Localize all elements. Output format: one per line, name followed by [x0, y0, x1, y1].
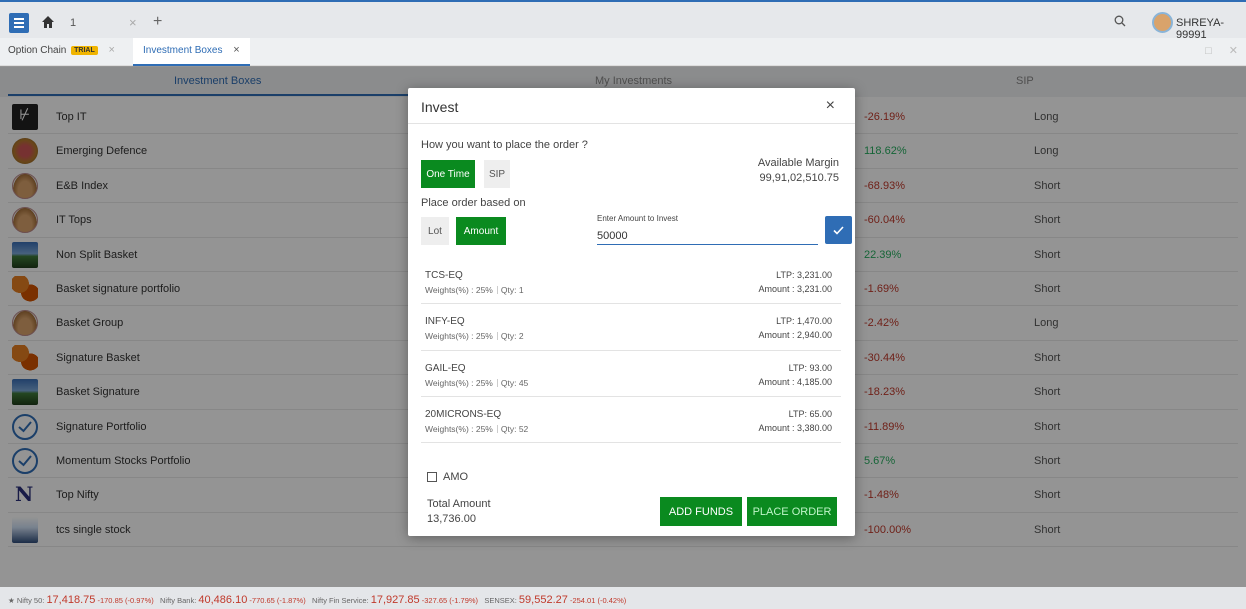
constituent-weights: Weights(%) : 25%: [425, 423, 493, 434]
ticker-index-value: 17,927.85: [370, 594, 420, 606]
constituent-row: GAIL-EQ Weights(%) : 25% Qty: 45 LTP: 93.00…: [421, 351, 841, 397]
ticker-index-name: Nifty Bank:: [160, 596, 197, 605]
separator: [496, 378, 498, 387]
divider: [408, 123, 855, 124]
constituent-amount: Amount : 4,185.00: [758, 376, 832, 387]
ticker-index-value: 59,552.27: [518, 594, 568, 606]
close-icon[interactable]: ×: [826, 97, 835, 115]
sip-button[interactable]: SIP: [484, 160, 510, 188]
constituent-ltp: LTP: 93.00: [788, 362, 832, 373]
pin-icon[interactable]: ★: [8, 596, 15, 605]
constituent-amount: Amount : 3,231.00: [758, 284, 832, 294]
dialog-title: Invest: [421, 99, 459, 115]
tab-option-chain[interactable]: Option Chain TRIAL ×: [8, 44, 115, 56]
total-amount-label: Total Amount: [427, 498, 491, 510]
tab-option-chain-label: Option Chain: [8, 45, 67, 56]
constituent-amount: Amount : 2,940.00: [758, 330, 832, 341]
ticker-index-name: Nifty 50:: [16, 596, 45, 605]
invest-dialog: Invest × How you want to place the order…: [408, 88, 855, 536]
top-bar: 1 × + SHREYA-99991: [0, 0, 1246, 41]
separator: [496, 332, 498, 341]
place-order-button[interactable]: PLACE ORDER: [747, 497, 837, 526]
constituent-row: 20MICRONS-EQ Weights(%) : 25% Qty: 52 LTP: …: [421, 397, 841, 444]
constituent-ltp: LTP: 3,231.00: [776, 270, 832, 280]
amount-button[interactable]: Amount: [456, 217, 506, 245]
workspace-tab-label[interactable]: 1: [70, 17, 76, 29]
constituent-row: TCS-EQ Weights(%) : 25% Qty: 1 LTP: 3,231.0…: [421, 258, 841, 305]
constituent-meta: Weights(%) : 25% Qty: 1: [425, 285, 524, 295]
tab-investment-boxes-close-icon[interactable]: ×: [233, 44, 239, 56]
constituent-weights: Weights(%) : 25%: [425, 285, 493, 295]
available-margin-label: Available Margin: [757, 157, 839, 169]
order-basis-question: Place order based on: [421, 197, 526, 209]
menu-icon[interactable]: [9, 13, 29, 33]
total-amount-value: 13,736.00: [427, 513, 476, 525]
constituent-meta: Weights(%) : 25% Qty: 52: [425, 424, 528, 434]
constituent-weights: Weights(%) : 25%: [425, 331, 493, 342]
search-icon[interactable]: [1114, 15, 1126, 27]
trial-badge: TRIAL: [71, 46, 98, 55]
close-window-icon[interactable]: ✕: [1229, 45, 1238, 57]
constituent-amount: Amount : 3,380.00: [758, 422, 832, 433]
constituent-symbol: TCS-EQ: [425, 270, 463, 281]
constituent-symbol: GAIL-EQ: [425, 362, 466, 374]
constituent-meta: Weights(%) : 25% Qty: 45: [425, 378, 528, 388]
lot-button[interactable]: Lot: [421, 217, 449, 245]
tab-option-chain-close-icon[interactable]: ×: [109, 44, 115, 56]
constituent-weights: Weights(%) : 25%: [425, 377, 493, 388]
amount-input[interactable]: [597, 227, 818, 245]
check-icon: [833, 225, 844, 235]
ticker-index-name: Nifty Fin Service:: [311, 596, 369, 605]
ticker-index-value: 17,418.75: [46, 594, 96, 606]
constituent-symbol: 20MICRONS-EQ: [425, 408, 502, 420]
constituent-qty: Qty: 45: [500, 377, 529, 388]
constituent-qty: Qty: 52: [500, 423, 529, 434]
constituent-row: INFY-EQ Weights(%) : 25% Qty: 2 LTP: 1,470.…: [421, 304, 841, 351]
available-margin-value: 99,91,02,510.75: [759, 172, 839, 184]
ticker-index-change: -170.85 (-0.97%): [97, 596, 154, 605]
order-type-question: How you want to place the order ?: [421, 139, 588, 151]
confirm-amount-button[interactable]: [825, 216, 852, 244]
tab-investment-boxes-label: Investment Boxes: [143, 45, 223, 56]
maximize-icon[interactable]: □: [1205, 45, 1212, 57]
add-funds-button[interactable]: ADD FUNDS: [660, 497, 742, 526]
page-tab-bar: Option Chain TRIAL × Investment Boxes × …: [0, 38, 1246, 66]
workspace-tab-close-icon[interactable]: ×: [129, 15, 137, 30]
one-time-button[interactable]: One Time: [421, 160, 475, 188]
add-tab-icon[interactable]: +: [153, 13, 162, 31]
constituent-ltp: LTP: 1,470.00: [776, 316, 832, 327]
constituent-qty: Qty: 2: [500, 331, 524, 342]
separator: [496, 424, 498, 433]
separator: [496, 286, 498, 294]
constituent-symbol: INFY-EQ: [425, 316, 465, 328]
ticker-index-change: -254.01 (-0.42%): [569, 596, 627, 605]
constituent-ltp: LTP: 65.00: [788, 408, 832, 419]
amount-input-label: Enter Amount to Invest: [597, 214, 678, 223]
basket-constituents: TCS-EQ Weights(%) : 25% Qty: 1 LTP: 3,231.0…: [421, 258, 841, 444]
ticker-index-change: -327.65 (-1.79%): [421, 596, 479, 605]
ticker-index-name: SENSEX:: [484, 596, 517, 605]
ticker-index-change: -770.65 (-1.87%): [249, 596, 306, 605]
window-controls[interactable]: □ ✕: [1205, 44, 1238, 57]
amo-checkbox[interactable]: [427, 472, 437, 482]
home-icon[interactable]: [41, 15, 55, 29]
amo-label: AMO: [443, 471, 469, 483]
tab-investment-boxes[interactable]: Investment Boxes ×: [133, 38, 250, 66]
ticker-index-value: 40,486.10: [198, 594, 248, 606]
market-ticker: ★ Nifty 50: 17,418.75 -170.85 (-0.97%) N…: [0, 587, 1246, 609]
constituent-meta: Weights(%) : 25% Qty: 2: [425, 331, 524, 341]
avatar[interactable]: [1152, 12, 1173, 33]
ticker-strip: ★ Nifty 50: 17,418.75 -170.85 (-0.97%) N…: [8, 594, 633, 606]
constituent-qty: Qty: 1: [500, 285, 524, 295]
